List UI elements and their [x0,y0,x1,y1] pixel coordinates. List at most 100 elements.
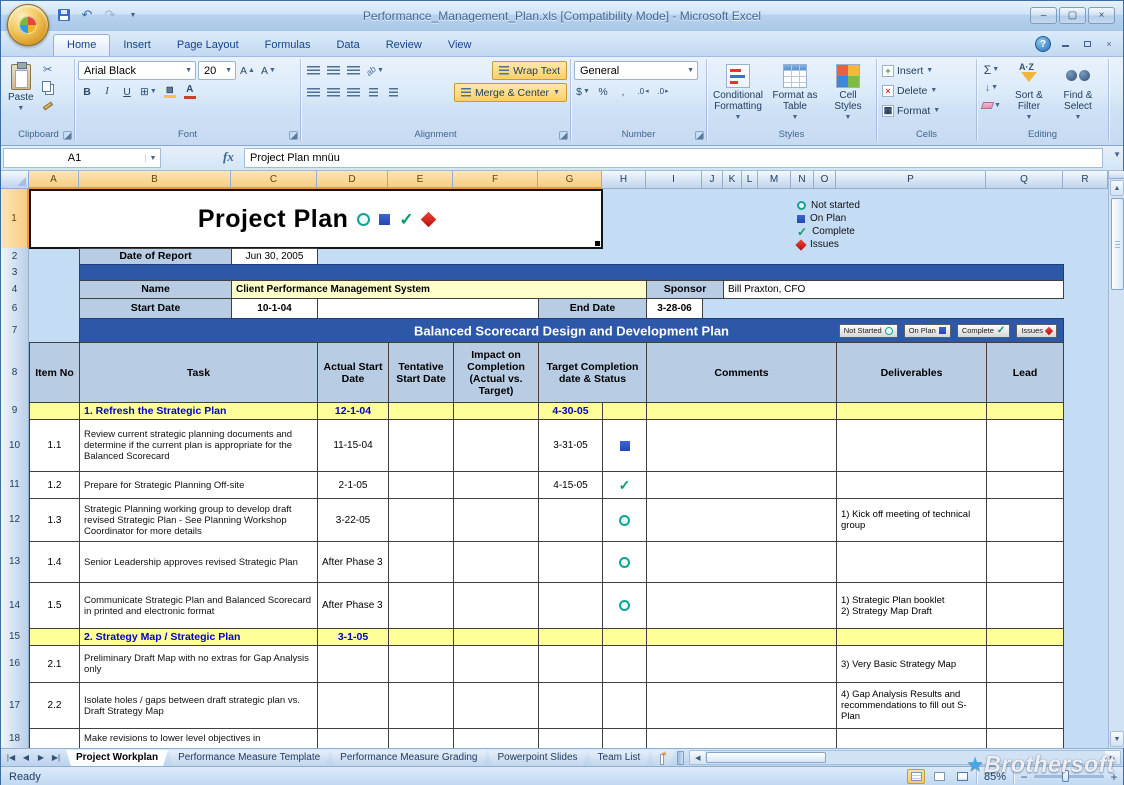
cell-P12[interactable]: 1) Kick off meeting of technical group [836,498,987,542]
accounting-format-button[interactable]: $▼ [574,83,592,100]
row-header-17[interactable]: 17 [1,682,29,729]
cell-B6[interactable]: Start Date [79,298,232,319]
cell-E10[interactable] [388,419,454,472]
cut-button[interactable]: ✂ [39,61,57,78]
cell-G6[interactable]: End Date [538,298,647,319]
column-header-E[interactable]: E [388,171,453,189]
column-header-K[interactable]: K [723,171,742,189]
close-button[interactable]: × [1088,7,1115,24]
fill-button[interactable]: ↓▼ [980,79,1003,96]
row-header-4[interactable]: 4 [1,280,29,299]
row-header-6[interactable]: 6 [1,298,29,319]
align-left-button[interactable] [304,84,322,101]
cell-D13[interactable]: After Phase 3 [317,541,389,583]
ribbon-tab-page-layout[interactable]: Page Layout [164,35,252,56]
sheet-tab-powerpoint-slides[interactable]: Powerpoint Slides [487,750,587,766]
horizontal-scrollbar[interactable]: ◀ ▶ [689,750,1121,765]
cell-B3[interactable] [79,264,1064,281]
vertical-split-handle[interactable] [1109,171,1124,179]
cell-D8[interactable]: Actual Start Date [317,342,389,403]
italic-button[interactable]: I [98,83,116,100]
minimize-button[interactable]: – [1030,7,1057,24]
cell-H9[interactable] [602,402,647,420]
cell-D11[interactable]: 2-1-05 [317,471,389,499]
cell-Q12[interactable] [986,498,1064,542]
cell-I13[interactable] [646,541,837,583]
cell-B13[interactable]: Senior Leadership approves revised Strat… [79,541,318,583]
cell-D14[interactable]: After Phase 3 [317,582,389,629]
cell-C6[interactable]: 10-1-04 [231,298,318,319]
row-header-15[interactable]: 15 [1,628,29,646]
cell-Q11[interactable] [986,471,1064,499]
cell-G8[interactable]: Target Completion date & Status [538,342,647,403]
cell-G13[interactable] [538,541,603,583]
cell-A15[interactable] [29,628,80,646]
copy-button[interactable] [39,79,57,96]
cell-A17[interactable]: 2.2 [29,682,80,729]
cell-I11[interactable] [646,471,837,499]
cell-G9[interactable]: 4-30-05 [538,402,603,420]
align-bottom-button[interactable] [344,62,362,79]
cell-E15[interactable] [388,628,454,646]
comma-style-button[interactable]: , [614,83,632,100]
cell-A1[interactable]: Project Plan✓ [29,189,603,249]
borders-button[interactable]: ⊞▼ [138,83,159,100]
cell-A9[interactable] [29,402,80,420]
row-header-12[interactable]: 12 [1,498,29,542]
cell-Q9[interactable] [986,402,1064,420]
delete-cells-button[interactable]: × Delete ▼ [880,81,973,100]
workbook-restore-button[interactable] [1079,39,1095,49]
row-header-10[interactable]: 10 [1,419,29,472]
font-size-select[interactable]: 20▼ [198,61,236,80]
cell-E8[interactable]: Tentative Start Date [388,342,454,403]
row-header-14[interactable]: 14 [1,582,29,629]
previous-sheet-button[interactable]: ◀ [19,753,33,762]
cell-P13[interactable] [836,541,987,583]
cell-P15[interactable] [836,628,987,646]
cell-D12[interactable]: 3-22-05 [317,498,389,542]
cell-F10[interactable] [453,419,539,472]
row-header-1[interactable]: 1 [1,189,29,249]
cell-E18[interactable] [388,728,454,748]
cell-D9[interactable]: 12-1-04 [317,402,389,420]
format-as-table-button[interactable]: Format as Table ▼ [769,61,821,121]
merge-center-button[interactable]: Merge & Center ▼ [454,83,567,102]
workbook-minimize-button[interactable] [1057,39,1073,49]
column-header-Q[interactable]: Q [986,171,1063,189]
align-middle-button[interactable] [324,62,342,79]
status-filter-button-issues[interactable]: Issues [1016,324,1057,338]
cell-F18[interactable] [453,728,539,748]
cell-A16[interactable]: 2.1 [29,645,80,683]
sheet-tab-performance-measure-template[interactable]: Performance Measure Template [168,750,330,766]
status-filter-button-complete[interactable]: Complete✓ [957,324,1011,338]
redo-button[interactable]: ↷ [101,6,119,24]
alignment-dialog-launcher[interactable] [559,131,568,140]
cell-B2[interactable]: Date of Report [79,248,232,265]
cell-B7[interactable]: Balanced Scorecard Design and Developmen… [79,318,1064,343]
save-button[interactable] [55,6,73,24]
cell-A13[interactable]: 1.4 [29,541,80,583]
cell-H17[interactable] [602,682,647,729]
cell-G15[interactable] [538,628,603,646]
cell-K4[interactable]: Bill Praxton, CFO [723,280,1064,299]
normal-view-button[interactable] [907,769,925,784]
cell-B15[interactable]: 2. Strategy Map / Strategic Plan [79,628,318,646]
cell-D10[interactable]: 11-15-04 [317,419,389,472]
cell-Q10[interactable] [986,419,1064,472]
cell-H16[interactable] [602,645,647,683]
page-break-view-button[interactable] [953,769,971,784]
cell-D15[interactable]: 3-1-05 [317,628,389,646]
column-header-F[interactable]: F [453,171,538,189]
help-button[interactable]: ? [1035,36,1051,52]
increase-indent-button[interactable] [384,84,402,101]
conditional-formatting-button[interactable]: Conditional Formatting ▼ [710,61,766,121]
cell-D17[interactable] [317,682,389,729]
cell-A18[interactable] [29,728,80,748]
ribbon-tab-home[interactable]: Home [53,34,110,56]
cell-I4[interactable]: Sponsor [646,280,724,299]
cell-G14[interactable] [538,582,603,629]
autosum-button[interactable]: Σ▼ [980,61,1003,78]
ribbon-tab-data[interactable]: Data [323,35,372,56]
cell-I18[interactable] [646,728,837,748]
cell-F8[interactable]: Impact on Completion (Actual vs. Target) [453,342,539,403]
